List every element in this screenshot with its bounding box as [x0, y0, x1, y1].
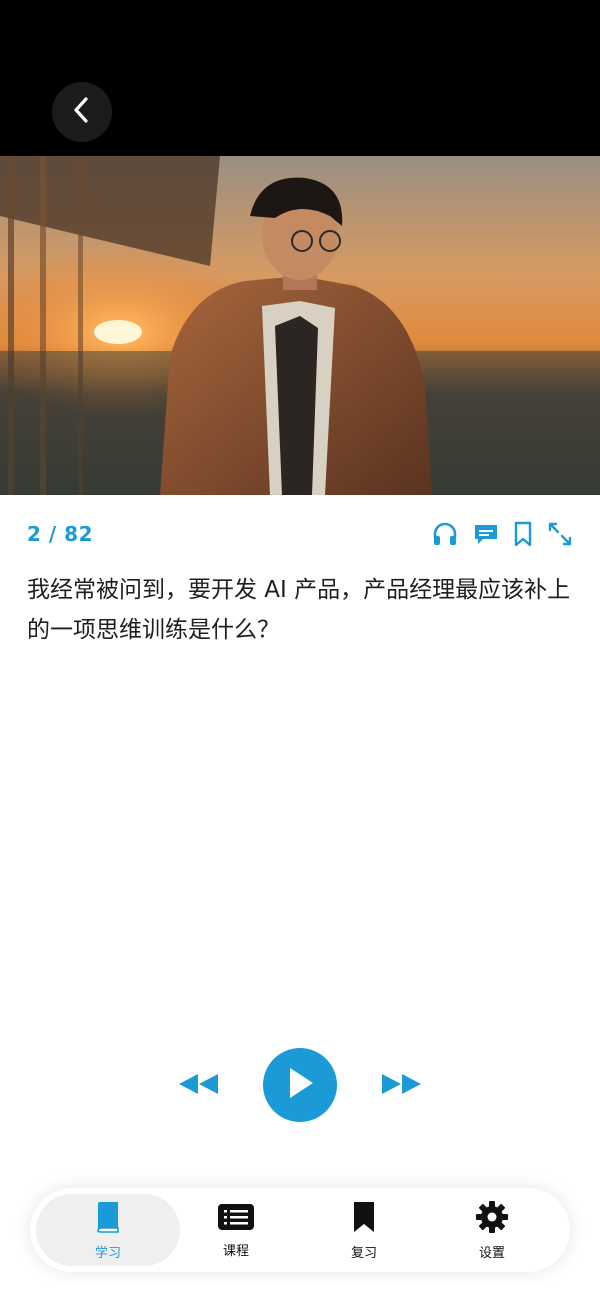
- tab-courses-label: 课程: [222, 1243, 249, 1259]
- bookmark-icon: [352, 1200, 376, 1238]
- comment-button[interactable]: [470, 520, 502, 552]
- expand-button[interactable]: [544, 520, 576, 552]
- play-icon: [285, 1066, 315, 1104]
- audio-button[interactable]: [429, 520, 461, 552]
- fast-forward-button[interactable]: [379, 1070, 425, 1102]
- hero-image: [0, 156, 600, 495]
- tab-study[interactable]: 学习: [36, 1194, 180, 1266]
- chevron-left-icon: [70, 96, 94, 128]
- book-icon: [94, 1200, 122, 1238]
- list-icon: [217, 1202, 255, 1236]
- bookmark-icon: [512, 520, 534, 552]
- expand-icon: [546, 520, 574, 552]
- tab-settings[interactable]: 设置: [420, 1194, 564, 1266]
- rewind-icon: [177, 1072, 219, 1100]
- play-button[interactable]: [263, 1048, 337, 1122]
- progress-counter: 2 / 82: [27, 522, 93, 546]
- top-bar: [0, 0, 600, 156]
- audio-player: [0, 1048, 600, 1124]
- comment-icon: [472, 520, 500, 552]
- tab-review[interactable]: 复习: [292, 1194, 436, 1266]
- tab-study-label: 学习: [94, 1245, 121, 1261]
- bookmark-button[interactable]: [507, 520, 539, 552]
- tab-review-label: 复习: [350, 1245, 377, 1261]
- tab-courses[interactable]: 课程: [164, 1194, 308, 1266]
- headphones-icon: [431, 520, 459, 552]
- question-text: 我经常被问到，要开发 AI 产品，产品经理最应该补上的一项思维训练是什么？: [27, 577, 571, 643]
- back-button[interactable]: [52, 82, 112, 142]
- gear-icon: [475, 1200, 509, 1238]
- card-meta-row: 2 / 82: [0, 518, 600, 554]
- rewind-button[interactable]: [175, 1070, 221, 1102]
- bottom-tab-bar: 学习 课程 复习 设置: [30, 1188, 570, 1272]
- fast-forward-icon: [381, 1072, 423, 1100]
- tab-settings-label: 设置: [478, 1245, 505, 1261]
